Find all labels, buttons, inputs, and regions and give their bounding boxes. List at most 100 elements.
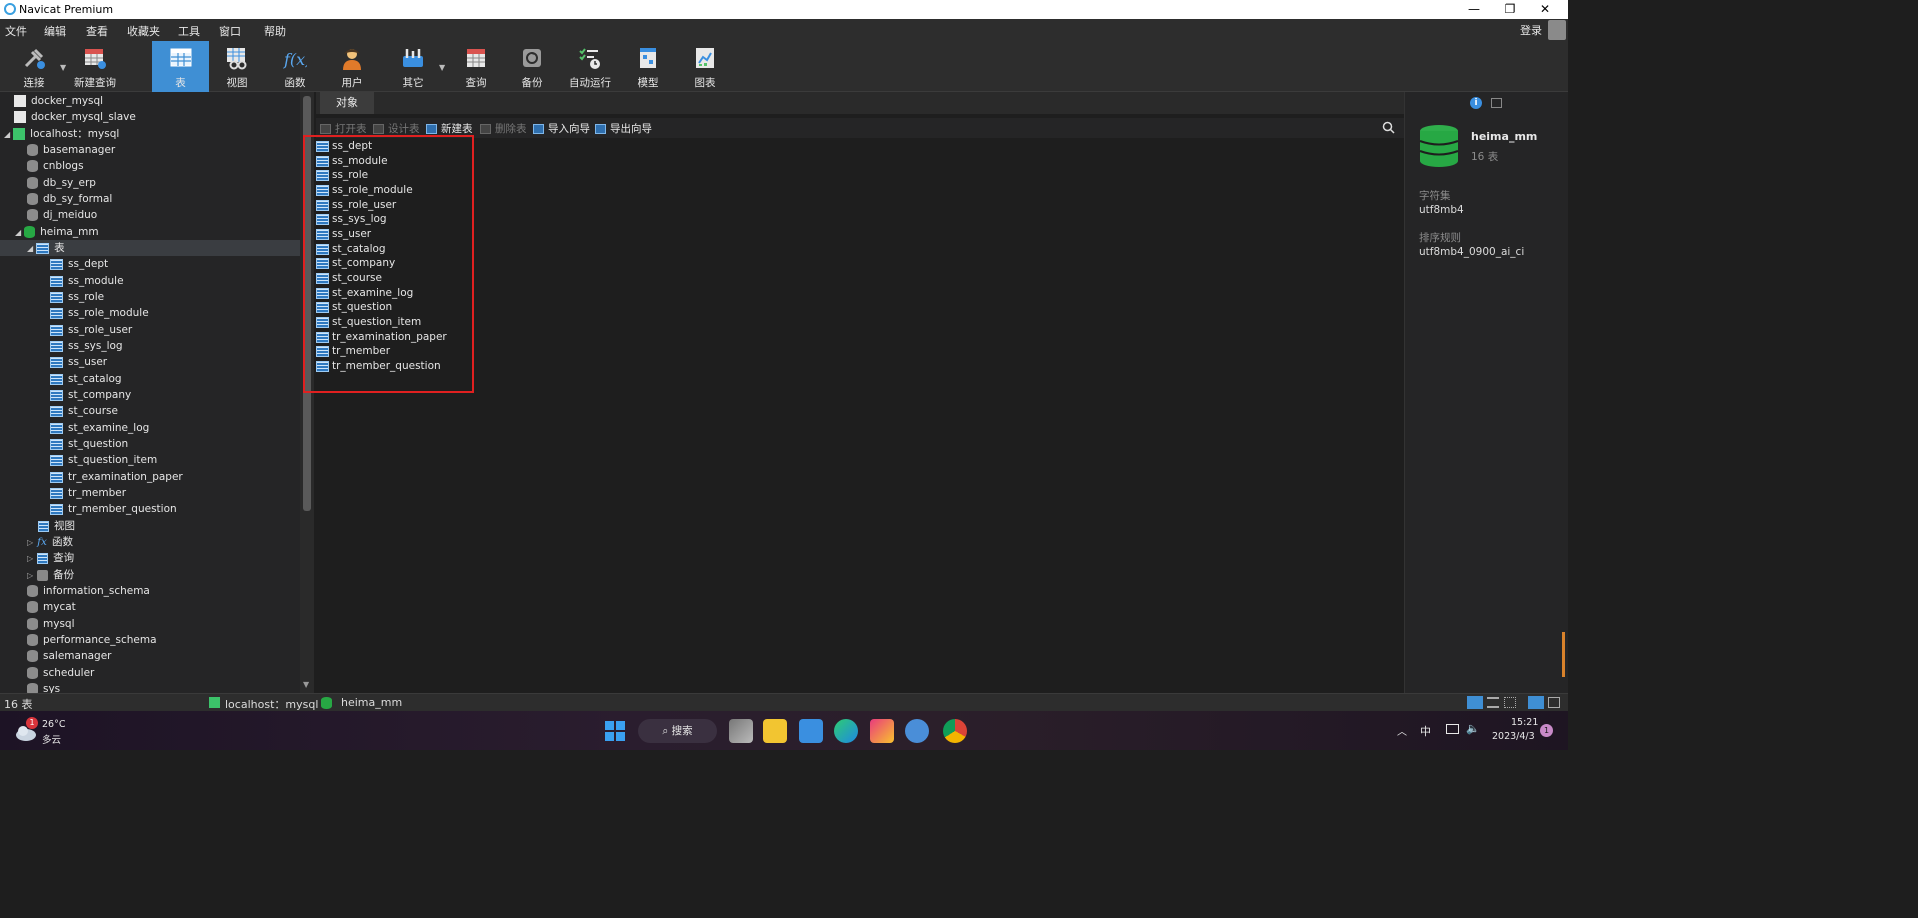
tree-table[interactable]: st_company bbox=[50, 387, 131, 403]
tree-table[interactable]: ss_role_module bbox=[50, 305, 149, 321]
menu-tools[interactable]: 工具 bbox=[178, 23, 200, 39]
tree-table[interactable]: st_question bbox=[50, 436, 128, 452]
toggle-sidebar-icon[interactable] bbox=[1528, 696, 1544, 709]
toolbar-other-button[interactable]: 其它 bbox=[389, 41, 437, 92]
tree-table[interactable]: st_examine_log bbox=[50, 420, 149, 436]
tab-objects[interactable]: 对象 bbox=[320, 92, 374, 114]
toolbar-user-button[interactable]: 用户 bbox=[328, 41, 376, 92]
export-wizard-button[interactable]: 导出向导 bbox=[595, 121, 652, 137]
chrome-icon[interactable] bbox=[943, 719, 967, 743]
expanded-arrow-icon[interactable]: ◢ bbox=[4, 130, 10, 139]
open-table-button[interactable]: 打开表 bbox=[320, 121, 367, 137]
collapsed-arrow-icon[interactable]: ▷ bbox=[27, 538, 33, 547]
clock-time[interactable]: 15:21 bbox=[1511, 717, 1538, 728]
tree-database[interactable]: db_sy_erp bbox=[27, 175, 96, 191]
tree-connection-docker-mysql-slave[interactable]: docker_mysql_slave bbox=[14, 109, 136, 125]
toolbar-function-button[interactable]: f(x) 函数 bbox=[271, 41, 319, 92]
tree-table[interactable]: ss_module bbox=[50, 273, 124, 289]
file-explorer-icon[interactable] bbox=[763, 719, 787, 743]
object-item-table[interactable]: ss_dept bbox=[316, 139, 372, 153]
ime-indicator[interactable]: 中 bbox=[1420, 723, 1431, 739]
close-button[interactable]: ✕ bbox=[1522, 0, 1568, 19]
tree-table[interactable]: ss_dept bbox=[50, 256, 108, 272]
delete-table-button[interactable]: 删除表 bbox=[480, 121, 527, 137]
object-item-table[interactable]: ss_role bbox=[316, 168, 368, 182]
tree-views-node[interactable]: 视图 bbox=[38, 518, 75, 534]
import-wizard-button[interactable]: 导入向导 bbox=[533, 121, 590, 137]
jetbrains-icon[interactable] bbox=[870, 719, 894, 743]
menu-edit[interactable]: 编辑 bbox=[44, 23, 66, 39]
toggle-info-pane-icon[interactable] bbox=[1548, 697, 1560, 708]
tree-table[interactable]: ss_user bbox=[50, 354, 107, 370]
new-table-button[interactable]: 新建表 bbox=[426, 121, 473, 137]
tree-database[interactable]: performance_schema bbox=[27, 632, 157, 648]
object-item-table[interactable]: st_catalog bbox=[316, 242, 386, 256]
tree-database[interactable]: information_schema bbox=[27, 583, 150, 599]
volume-icon[interactable]: 🔈 bbox=[1466, 722, 1480, 735]
view-list-icon[interactable] bbox=[1487, 697, 1499, 708]
scrollbar-thumb[interactable] bbox=[303, 96, 311, 511]
edge-browser-icon[interactable] bbox=[834, 719, 858, 743]
store-icon[interactable] bbox=[799, 719, 823, 743]
toolbar-chart-button[interactable]: 图表 bbox=[681, 41, 729, 92]
tree-queries-node[interactable]: ▷ 查询 bbox=[27, 550, 74, 566]
tree-table[interactable]: st_question_item bbox=[50, 452, 157, 468]
toolbar-connect-button[interactable]: 连接 bbox=[10, 41, 58, 92]
tree-table[interactable]: ss_role bbox=[50, 289, 104, 305]
toolbar-view-button[interactable]: 视图 bbox=[213, 41, 261, 92]
tree-database[interactable]: sys bbox=[27, 681, 60, 693]
tree-connection-localhost[interactable]: ◢ localhost：mysql bbox=[4, 126, 119, 142]
view-grid-icon[interactable] bbox=[1467, 696, 1483, 709]
tree-table[interactable]: tr_member bbox=[50, 485, 126, 501]
menu-favorites[interactable]: 收藏夹 bbox=[127, 23, 160, 39]
menu-help[interactable]: 帮助 bbox=[264, 23, 286, 39]
object-item-table[interactable]: tr_member_question bbox=[316, 359, 441, 373]
tree-scrollbar[interactable]: ▼ bbox=[300, 92, 314, 693]
notification-badge[interactable]: 1 bbox=[1540, 724, 1553, 737]
menu-window[interactable]: 窗口 bbox=[219, 23, 241, 39]
tree-database[interactable]: basemanager bbox=[27, 142, 115, 158]
resize-grip[interactable] bbox=[1562, 632, 1565, 677]
tree-connection-docker-mysql[interactable]: docker_mysql bbox=[14, 93, 103, 109]
menu-file[interactable]: 文件 bbox=[5, 23, 27, 39]
connect-dropdown-chevron-icon[interactable]: ▼ bbox=[60, 63, 66, 72]
tree-database[interactable]: mycat bbox=[27, 599, 76, 615]
object-item-table[interactable]: ss_sys_log bbox=[316, 212, 387, 226]
login-link[interactable]: 登录 bbox=[1520, 22, 1542, 38]
object-item-table[interactable]: st_course bbox=[316, 271, 382, 285]
info-icon[interactable]: i bbox=[1470, 97, 1482, 109]
design-table-button[interactable]: 设计表 bbox=[373, 121, 420, 137]
ddl-icon[interactable] bbox=[1491, 98, 1502, 108]
toolbar-table-button[interactable]: 表 bbox=[152, 41, 209, 92]
object-item-table[interactable]: st_question_item bbox=[316, 315, 421, 329]
toolbar-new-query-button[interactable]: 新建查询 bbox=[70, 41, 120, 92]
object-item-table[interactable]: ss_module bbox=[316, 154, 388, 168]
avatar[interactable] bbox=[1548, 20, 1566, 40]
tree-table[interactable]: tr_examination_paper bbox=[50, 469, 183, 485]
object-item-table[interactable]: st_question bbox=[316, 300, 392, 314]
scroll-down-arrow-icon[interactable]: ▼ bbox=[303, 680, 309, 689]
tree-table[interactable]: tr_member_question bbox=[50, 501, 177, 517]
tree-table[interactable]: ss_sys_log bbox=[50, 338, 123, 354]
toolbar-model-button[interactable]: 模型 bbox=[624, 41, 672, 92]
tree-database[interactable]: mysql bbox=[27, 616, 75, 632]
collapsed-arrow-icon[interactable]: ▷ bbox=[27, 571, 33, 580]
menu-view[interactable]: 查看 bbox=[86, 23, 108, 39]
tree-table[interactable]: st_catalog bbox=[50, 371, 122, 387]
clock-date[interactable]: 2023/4/3 bbox=[1492, 731, 1535, 742]
network-icon[interactable] bbox=[1446, 724, 1459, 734]
search-icon[interactable] bbox=[1382, 121, 1395, 134]
expanded-arrow-icon[interactable]: ◢ bbox=[27, 244, 33, 253]
tree-database-heima-mm[interactable]: ◢ heima_mm bbox=[15, 224, 99, 240]
tree-database[interactable]: dj_meiduo bbox=[27, 207, 97, 223]
toolbar-automation-button[interactable]: 自动运行 bbox=[564, 41, 616, 92]
tree-tables-node[interactable]: ◢ 表 bbox=[27, 240, 65, 256]
tree-functions-node[interactable]: ▷ fx 函数 bbox=[27, 534, 73, 550]
toolbar-backup-button[interactable]: 备份 bbox=[508, 41, 556, 92]
tree-backups-node[interactable]: ▷ 备份 bbox=[27, 567, 74, 583]
collapsed-arrow-icon[interactable]: ▷ bbox=[27, 554, 33, 563]
tray-chevron-up-icon[interactable]: ︿ bbox=[1397, 723, 1407, 738]
expanded-arrow-icon[interactable]: ◢ bbox=[15, 228, 21, 237]
tree-database[interactable]: salemanager bbox=[27, 648, 111, 664]
object-item-table[interactable]: ss_user bbox=[316, 227, 371, 241]
